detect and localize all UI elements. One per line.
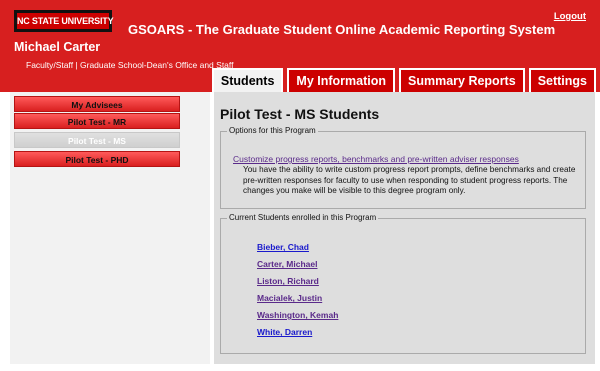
- sidebar-item-pilot-test-ms[interactable]: Pilot Test - MS: [14, 132, 180, 148]
- customize-description: You have the ability to write custom pro…: [243, 165, 576, 195]
- student-link[interactable]: Carter, Michael: [257, 259, 317, 269]
- program-options-legend: Options for this Program: [227, 126, 318, 135]
- student-link[interactable]: White, Darren: [257, 327, 312, 337]
- user-name: Michael Carter: [14, 40, 101, 54]
- ncsu-logo: NC STATE UNIVERSITY: [14, 10, 114, 32]
- sidebar-item-my-advisees[interactable]: My Advisees: [14, 96, 180, 112]
- tab-summary-reports[interactable]: Summary Reports: [399, 68, 525, 92]
- student-link[interactable]: Liston, Richard: [257, 276, 319, 286]
- customize-progress-link[interactable]: Customize progress reports, benchmarks a…: [233, 154, 519, 164]
- sidebar-item-pilot-test-mr[interactable]: Pilot Test - MR: [14, 113, 180, 129]
- program-options-panel: Options for this Program Customize progr…: [220, 126, 586, 209]
- sidebar: My Advisees Pilot Test - MR Pilot Test -…: [10, 92, 210, 364]
- student-link[interactable]: Macialek, Justin: [257, 293, 322, 303]
- sidebar-item-pilot-test-phd[interactable]: Pilot Test - PHD: [14, 151, 180, 167]
- current-students-legend: Current Students enrolled in this Progra…: [227, 213, 379, 222]
- student-link[interactable]: Washington, Kemah: [257, 310, 338, 320]
- tab-settings[interactable]: Settings: [528, 68, 596, 92]
- app-title: GSOARS - The Graduate Student Online Aca…: [128, 22, 556, 37]
- tab-my-information[interactable]: My Information: [287, 68, 395, 92]
- logout-link[interactable]: Logout: [554, 11, 586, 22]
- current-students-panel: Current Students enrolled in this Progra…: [220, 213, 586, 354]
- user-role: Faculty/Staff | Graduate School-Dean's O…: [26, 60, 234, 70]
- page-title: Pilot Test - MS Students: [220, 106, 380, 122]
- header-bar: NC STATE UNIVERSITY GSOARS - The Graduat…: [0, 0, 600, 92]
- main-content: Pilot Test - MS Students Options for thi…: [214, 92, 595, 364]
- tab-students[interactable]: Students: [211, 68, 284, 92]
- main-tabs: Students My Information Summary Reports …: [211, 68, 596, 92]
- student-link[interactable]: Bieber, Chad: [257, 242, 309, 252]
